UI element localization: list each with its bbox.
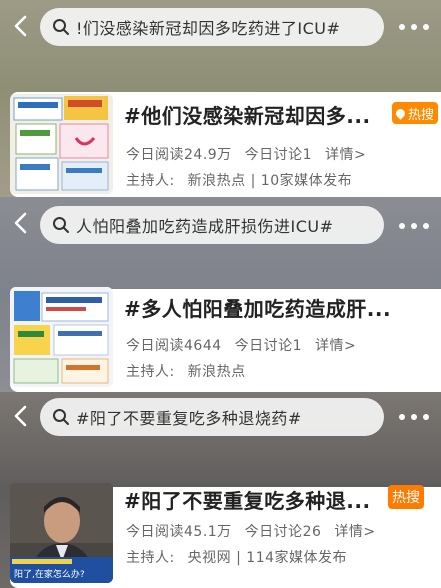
topic-host: 主持人: 新浪热点 | 10家媒体发布 (126, 170, 352, 190)
topic-thumbnail (10, 287, 113, 387)
hot-badge: 热搜 (392, 102, 439, 124)
host-name: 新浪热点 | 10家媒体发布 (187, 173, 353, 189)
discussions-count: 今日讨论1 (234, 338, 303, 354)
search-bar[interactable]: #阳了不要重复吃多种退烧药# (40, 398, 384, 436)
reads-count: 今日阅读24.9万 (126, 147, 232, 163)
topic-title[interactable]: #多人怕阳叠加吃药造成肝... (124, 293, 391, 322)
search-text: #阳了不要重复吃多种退烧药# (76, 409, 302, 428)
top-bar: 人怕阳叠加吃药造成肝损伤进ICU# (0, 197, 441, 247)
topic-thumbnail (10, 94, 113, 194)
search-icon (53, 409, 69, 425)
topic-host: 主持人: 新浪热点 (126, 361, 246, 381)
discussions-count: 今日讨论1 (244, 147, 313, 163)
back-button[interactable] (10, 404, 32, 428)
host-label: 主持人: (126, 364, 175, 380)
details-link[interactable]: 详情> (325, 147, 366, 163)
topic-stats: 今日阅读24.9万 今日讨论1 详情> (126, 144, 374, 164)
search-text: !们没感染新冠却因多吃药进了ICU# (76, 19, 341, 38)
more-button[interactable] (399, 221, 429, 231)
chevron-left-icon (14, 405, 27, 427)
discussions-count: 今日讨论26 (244, 524, 322, 540)
host-label: 主持人: (126, 173, 175, 189)
hot-badge-label: 热搜 (392, 490, 420, 506)
topic-stats: 今日阅读45.1万 今日讨论26 详情> (126, 521, 384, 541)
search-icon (53, 19, 69, 35)
back-button[interactable] (10, 211, 32, 235)
search-bar[interactable]: 人怕阳叠加吃药造成肝损伤进ICU# (40, 206, 384, 244)
more-button[interactable] (399, 412, 429, 422)
reads-count: 今日阅读4644 (126, 338, 222, 354)
topic-card[interactable]: #他们没感染新冠却因多... 热搜 今日阅读24.9万 今日讨论1 详情> 主持… (10, 92, 441, 197)
topic-title[interactable]: #他们没感染新冠却因多... (124, 100, 371, 129)
details-link[interactable]: 详情> (334, 524, 375, 540)
host-label: 主持人: (126, 550, 175, 566)
location-pin-icon (394, 106, 407, 120)
topic-card[interactable]: 阳了,在家怎么办? #阳了不要重复吃多种退... 热搜 今日阅读45.1万 今日… (10, 483, 441, 588)
topic-thumbnail: 阳了,在家怎么办? (10, 483, 113, 583)
chevron-left-icon (14, 15, 27, 37)
topic-panel-1: !们没感染新冠却因多吃药进了ICU# #他们没感染新冠却因多... 热搜 今日阅… (0, 0, 441, 197)
more-button[interactable] (399, 22, 429, 32)
topic-stats: 今日阅读4644 今日讨论1 详情> (126, 335, 364, 355)
host-name: 央视网 | 114家媒体发布 (187, 550, 348, 566)
top-bar: !们没感染新冠却因多吃药进了ICU# (0, 0, 441, 50)
hot-badge-label: 热搜 (408, 107, 435, 123)
topic-host: 主持人: 央视网 | 114家媒体发布 (126, 547, 347, 567)
reads-count: 今日阅读45.1万 (126, 524, 232, 540)
topic-card[interactable]: #多人怕阳叠加吃药造成肝... 今日阅读4644 今日讨论1 详情> 主持人: … (10, 287, 441, 392)
search-bar[interactable]: !们没感染新冠却因多吃药进了ICU# (40, 8, 384, 46)
topic-title[interactable]: #阳了不要重复吃多种退... (124, 485, 371, 514)
topic-panel-2: 人怕阳叠加吃药造成肝损伤进ICU# #多人怕阳叠加吃药造成肝... 今日阅读46… (0, 197, 441, 392)
topic-panel-3: #阳了不要重复吃多种退烧药# 阳了,在家怎么办? #阳了不要重复吃多种退... … (0, 392, 441, 588)
host-name: 新浪热点 (187, 364, 246, 380)
hot-badge: 热搜 (388, 485, 424, 509)
search-text: 人怕阳叠加吃药造成肝损伤进ICU# (76, 217, 334, 236)
details-link[interactable]: 详情> (315, 338, 356, 354)
back-button[interactable] (10, 14, 32, 38)
thumbnail-caption: 阳了,在家怎么办? (14, 570, 85, 580)
chevron-left-icon (14, 212, 27, 234)
top-bar: #阳了不要重复吃多种退烧药# (0, 392, 441, 442)
search-icon (53, 217, 69, 233)
